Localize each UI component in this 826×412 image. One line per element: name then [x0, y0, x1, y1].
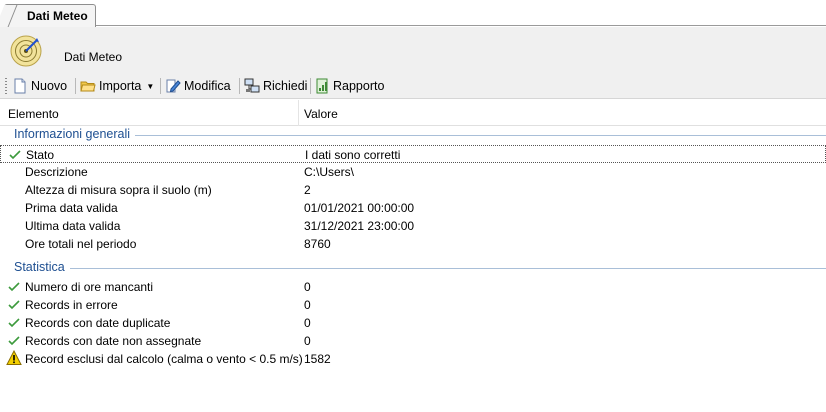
list-item[interactable]: Prima data valida 01/01/2021 00:00:00	[0, 199, 826, 217]
weather-radar-icon	[10, 35, 42, 67]
chevron-down-icon: ▼	[146, 81, 155, 91]
import-button-label: Importa	[99, 79, 142, 93]
row-value: 2	[304, 183, 311, 197]
request-button[interactable]: Richiedi	[244, 76, 307, 96]
report-icon	[316, 78, 328, 94]
list-item[interactable]: Records in errore 0	[0, 296, 826, 314]
row-label: Descrizione	[25, 165, 88, 179]
row-label: Records con date non assegnate	[25, 334, 202, 348]
list-item[interactable]: Stato I dati sono corretti	[0, 145, 826, 163]
row-value: 01/01/2021 00:00:00	[304, 201, 415, 215]
edit-pencil-icon	[166, 79, 181, 93]
row-value: 1582	[304, 352, 331, 366]
row-label: Record esclusi dal calcolo (calma o vent…	[25, 352, 303, 366]
list-item[interactable]: Descrizione C:\Users\	[0, 163, 826, 181]
toolbar-separator	[239, 78, 240, 94]
column-header-element[interactable]: Elemento	[8, 107, 59, 121]
group-general-info[interactable]: Informazioni generali	[14, 127, 826, 143]
row-value: 0	[304, 334, 311, 348]
column-divider[interactable]	[298, 100, 299, 126]
group-divider-line	[14, 135, 826, 136]
page-header: Dati Meteo	[0, 27, 826, 73]
row-value: 8760	[304, 237, 331, 251]
request-button-label: Richiedi	[263, 79, 308, 93]
row-label: Ore totali nel periodo	[25, 237, 137, 251]
column-header-value[interactable]: Valore	[304, 107, 338, 121]
folder-open-icon	[80, 81, 96, 92]
row-value: 0	[304, 298, 311, 312]
network-computers-icon	[244, 78, 260, 93]
list-item[interactable]: Ultima data valida 31/12/2021 23:00:00	[0, 217, 826, 235]
toolbar-separator	[75, 78, 76, 94]
group-label: Statistica	[14, 260, 70, 274]
group-statistics[interactable]: Statistica	[14, 260, 826, 276]
row-value: 31/12/2021 23:00:00	[304, 219, 415, 233]
warning-icon	[6, 350, 22, 365]
list-item[interactable]: Records con date non assegnate 0	[0, 332, 826, 350]
check-icon	[9, 150, 21, 160]
check-icon	[8, 300, 20, 310]
list-item[interactable]: Altezza di misura sopra il suolo (m) 2	[0, 181, 826, 199]
group-divider-line	[14, 268, 826, 269]
import-dropdown-button[interactable]: Importa ▼	[80, 76, 154, 96]
report-button-label: Rapporto	[333, 79, 385, 93]
new-button[interactable]: Nuovo	[12, 76, 67, 96]
report-button[interactable]: Rapporto	[314, 76, 384, 96]
check-icon	[8, 282, 20, 292]
row-label: Prima data valida	[25, 201, 118, 215]
document-tabstrip: Dati Meteo	[0, 0, 826, 27]
list-item[interactable]: Records con date duplicate 0	[0, 314, 826, 332]
row-label: Records con date duplicate	[25, 316, 171, 330]
toolbar-grip[interactable]	[5, 78, 7, 94]
row-label: Altezza di misura sopra il suolo (m)	[25, 183, 212, 197]
page-title: Dati Meteo	[64, 50, 123, 64]
row-value: 0	[304, 280, 311, 294]
row-value: 0	[304, 316, 311, 330]
group-label: Informazioni generali	[14, 127, 136, 141]
toolbar: Nuovo Importa ▼ Modifica Richiedi Rappor…	[0, 73, 826, 99]
row-value: I dati sono corretti	[305, 148, 401, 162]
check-icon	[8, 318, 20, 328]
check-icon	[8, 336, 20, 346]
row-value: C:\Users\	[304, 165, 355, 179]
new-document-icon	[14, 78, 26, 94]
row-label: Numero di ore mancanti	[25, 280, 154, 294]
row-label: Ultima data valida	[25, 219, 121, 233]
new-button-label: Nuovo	[31, 79, 68, 93]
edit-button[interactable]: Modifica	[165, 76, 231, 96]
list-item[interactable]: Numero di ore mancanti 0	[0, 278, 826, 296]
toolbar-separator	[160, 78, 161, 94]
list-item[interactable]: Record esclusi dal calcolo (calma o vent…	[0, 350, 826, 368]
tab-dati-meteo[interactable]: Dati Meteo	[4, 4, 96, 27]
tab-label: Dati Meteo	[27, 9, 88, 23]
list-item[interactable]: Ore totali nel periodo 8760	[0, 235, 826, 253]
edit-button-label: Modifica	[184, 79, 231, 93]
property-grid-header: Elemento Valore	[0, 100, 826, 126]
row-label: Stato	[26, 148, 55, 162]
toolbar-separator	[310, 78, 311, 94]
row-label: Records in errore	[25, 298, 118, 312]
